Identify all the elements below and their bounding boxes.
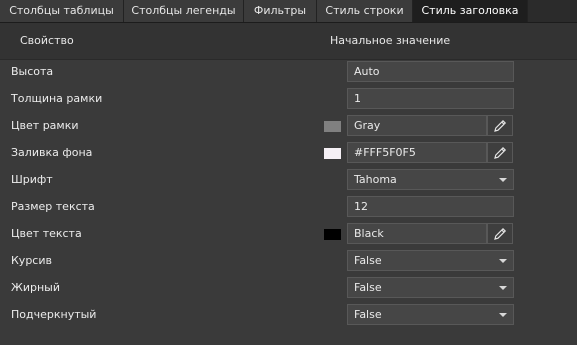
background-fill-swatch: [324, 148, 341, 159]
property-label: Жирный: [11, 281, 61, 294]
chevron-down-icon: [499, 259, 507, 263]
tab-bar: Столбцы таблицы Столбцы легенды Фильтры …: [0, 0, 577, 23]
property-label: Высота: [11, 65, 54, 78]
height-input[interactable]: Auto: [347, 61, 514, 82]
chevron-down-icon: [499, 178, 507, 182]
background-fill-picker-button[interactable]: [487, 142, 513, 163]
property-label: Заливка фона: [11, 146, 93, 159]
property-row-bold: Жирный False: [0, 274, 577, 301]
initial-value-column-header: Начальное значение: [330, 34, 451, 47]
tab-filters[interactable]: Фильтры: [244, 0, 317, 22]
border-width-input[interactable]: 1: [347, 88, 514, 109]
property-row-border-width: Толщина рамки 1: [0, 85, 577, 112]
font-select-value: Tahoma: [354, 173, 397, 186]
property-label: Цвет рамки: [11, 119, 79, 132]
border-color-input[interactable]: Gray: [347, 115, 487, 136]
pencil-icon: [494, 146, 507, 159]
property-label: Шрифт: [11, 173, 53, 186]
property-label: Размер текста: [11, 200, 95, 213]
chevron-down-icon: [499, 313, 507, 317]
italic-select[interactable]: False: [347, 250, 514, 271]
property-row-italic: Курсив False: [0, 247, 577, 274]
property-row-border-color: Цвет рамки Gray: [0, 112, 577, 139]
bold-select[interactable]: False: [347, 277, 514, 298]
property-label: Цвет текста: [11, 227, 82, 240]
property-row-text-color: Цвет текста Black: [0, 220, 577, 247]
border-color-swatch: [324, 121, 341, 132]
border-color-picker-button[interactable]: [487, 115, 513, 136]
tab-legend-columns[interactable]: Столбцы легенды: [124, 0, 244, 22]
text-size-input[interactable]: 12: [347, 196, 514, 217]
text-color-input[interactable]: Black: [347, 223, 487, 244]
property-label: Толщина рамки: [11, 92, 103, 105]
text-color-picker-button[interactable]: [487, 223, 513, 244]
bold-select-value: False: [354, 281, 382, 294]
property-row-font: Шрифт Tahoma: [0, 166, 577, 193]
underline-select[interactable]: False: [347, 304, 514, 325]
underline-select-value: False: [354, 308, 382, 321]
property-grid-header: Свойство Начальное значение: [0, 23, 577, 60]
property-row-height: Высота Auto: [0, 58, 577, 85]
property-row-text-size: Размер текста 12: [0, 193, 577, 220]
tab-table-columns[interactable]: Столбцы таблицы: [0, 0, 124, 22]
pencil-icon: [494, 227, 507, 240]
property-label: Курсив: [11, 254, 52, 267]
tab-header-style[interactable]: Стиль заголовка: [413, 0, 528, 22]
property-row-underline: Подчеркнутый False: [0, 301, 577, 328]
property-column-header: Свойство: [20, 34, 74, 47]
background-fill-input[interactable]: #FFF5F0F5: [347, 142, 487, 163]
tab-row-style[interactable]: Стиль строки: [317, 0, 413, 22]
italic-select-value: False: [354, 254, 382, 267]
font-select[interactable]: Tahoma: [347, 169, 514, 190]
chevron-down-icon: [499, 286, 507, 290]
pencil-icon: [494, 119, 507, 132]
property-label: Подчеркнутый: [11, 308, 97, 321]
text-color-swatch: [324, 229, 341, 240]
property-row-background-fill: Заливка фона #FFF5F0F5: [0, 139, 577, 166]
